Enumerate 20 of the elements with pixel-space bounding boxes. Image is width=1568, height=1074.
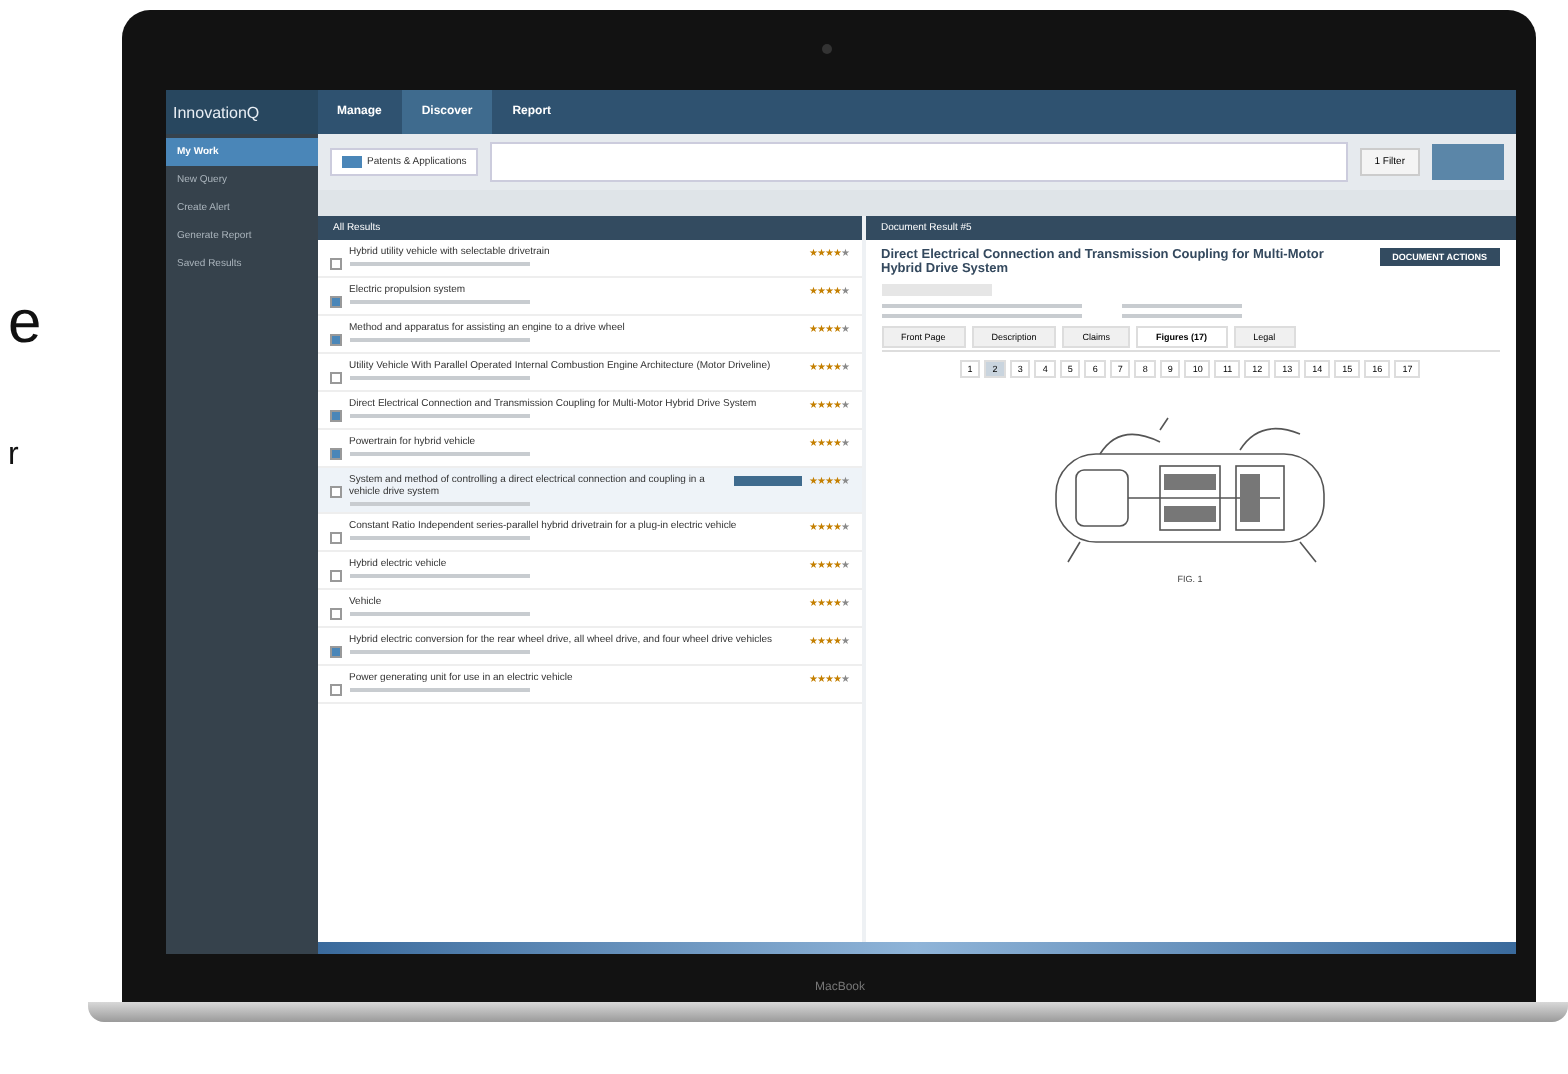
checkbox[interactable]: [329, 684, 341, 696]
checkbox[interactable]: [329, 334, 341, 346]
checkbox[interactable]: [329, 410, 341, 422]
result-tag: [733, 476, 801, 486]
app-logo: InnovationQ: [165, 90, 317, 134]
blurred-metadata: [881, 284, 991, 296]
checkbox[interactable]: [329, 448, 341, 460]
checkbox[interactable]: [329, 486, 341, 498]
page-text-fragment: e: [6, 290, 44, 358]
query-field[interactable]: [490, 142, 1349, 182]
checkbox[interactable]: [329, 608, 341, 620]
checkbox[interactable]: [329, 372, 341, 384]
camera-icon: [821, 44, 831, 54]
checkbox[interactable]: [329, 532, 341, 544]
checkbox[interactable]: [329, 258, 341, 270]
page-text-fragment: r: [6, 438, 21, 474]
document-icon: [341, 156, 361, 168]
checkbox[interactable]: [329, 296, 341, 308]
checkbox[interactable]: [329, 570, 341, 582]
checkbox[interactable]: [329, 646, 341, 658]
